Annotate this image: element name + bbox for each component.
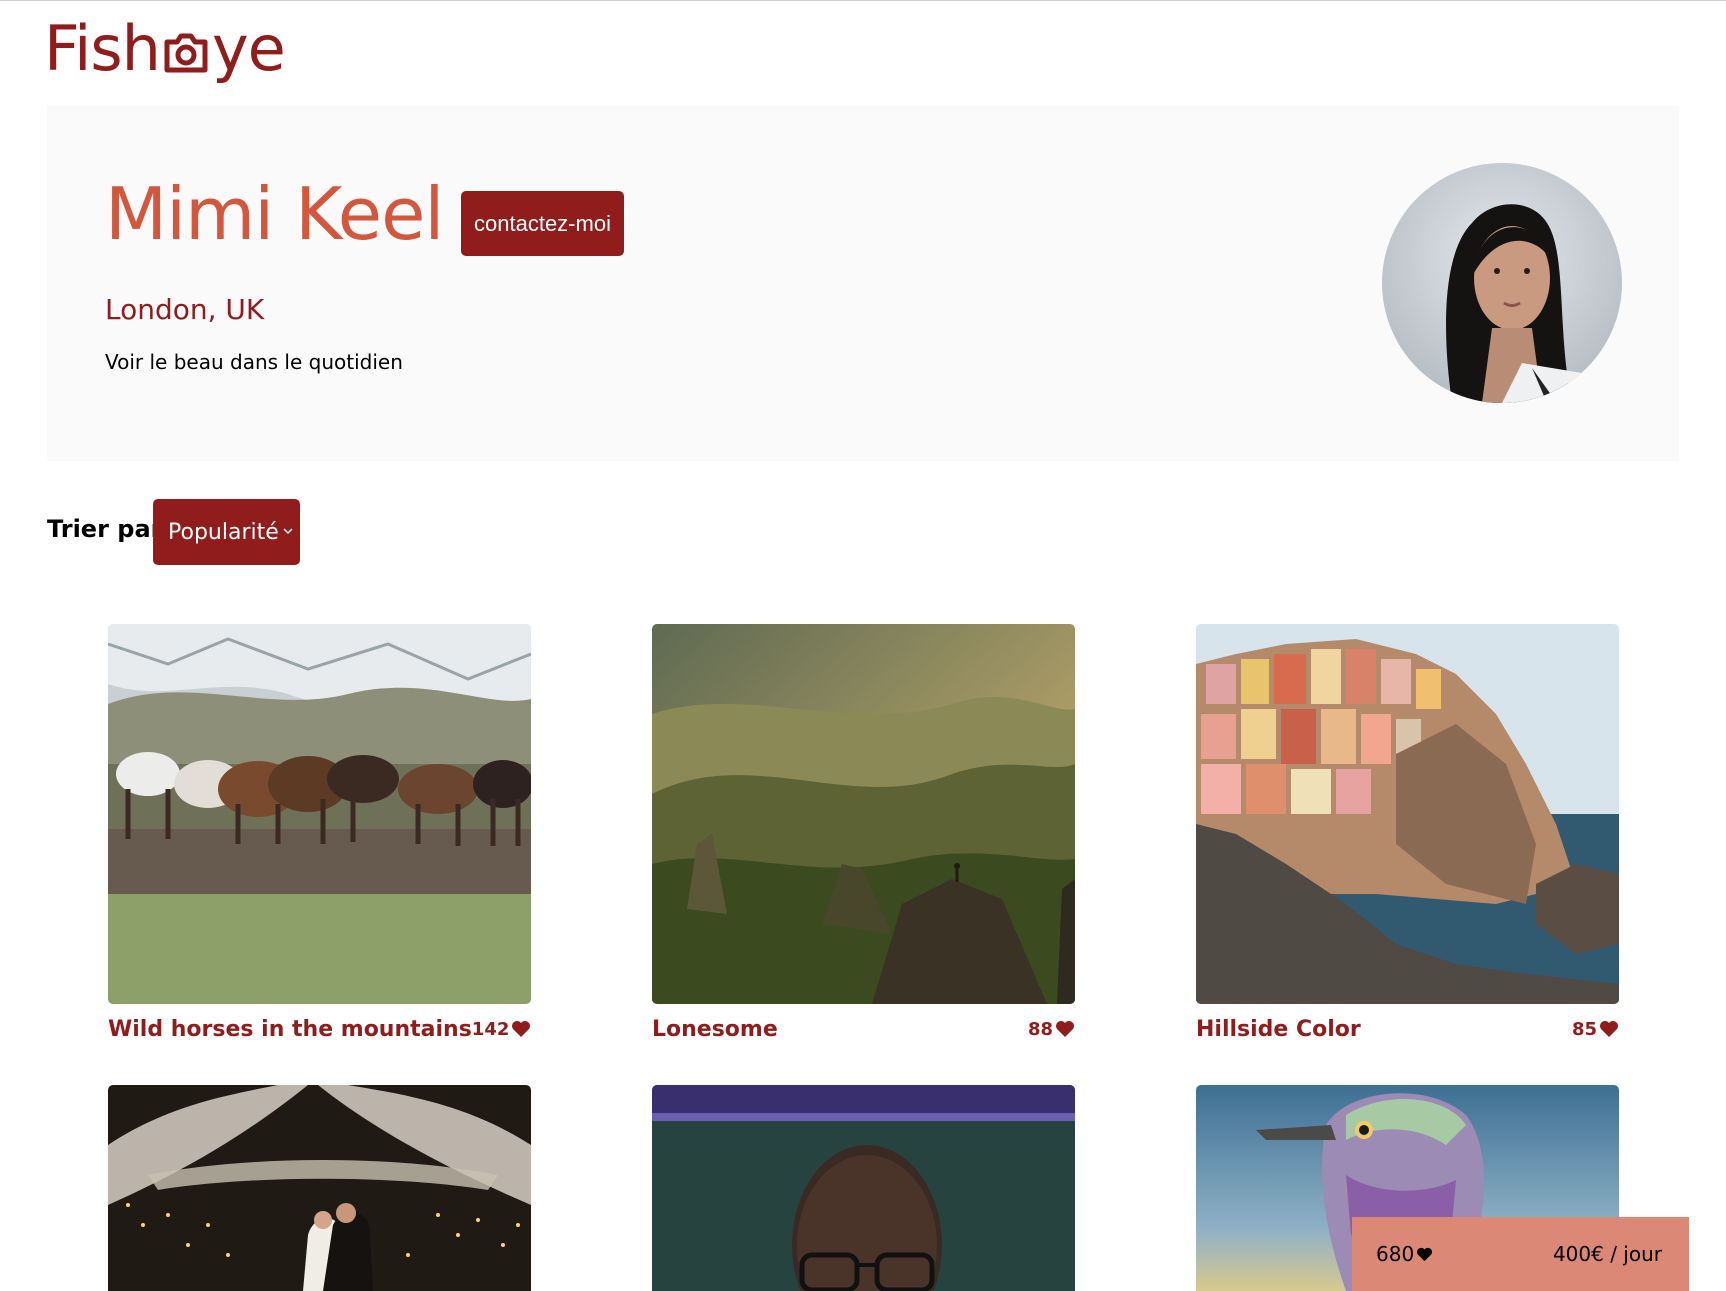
like-button[interactable]: 142 — [472, 1019, 532, 1040]
total-likes-count: 680 — [1376, 1242, 1415, 1266]
wedding-photo[interactable] — [108, 1085, 531, 1291]
like-count: 88 — [1027, 1018, 1053, 1040]
photographer-stats-box: 680 400€ / jour — [1352, 1217, 1689, 1291]
total-likes: 680 — [1376, 1242, 1433, 1266]
media-meta: Hillside Color 85 — [1196, 1015, 1619, 1043]
media-title: Hillside Color — [1196, 1016, 1361, 1042]
media-card — [108, 1085, 531, 1291]
photographer-avatar — [1382, 163, 1622, 403]
heart-icon — [1417, 1247, 1433, 1261]
media-card: Wild horses in the mountains 142 — [108, 624, 531, 1042]
sort-label: Trier par — [47, 515, 163, 543]
camera-icon — [161, 26, 211, 76]
photographer-name: Mimi Keel — [105, 172, 444, 256]
like-button[interactable]: 88 — [1028, 1019, 1075, 1040]
fisheye-logo[interactable]: Fish ye — [44, 12, 286, 85]
photographer-tagline: Voir le beau dans le quotidien — [105, 350, 403, 374]
chevron-down-icon — [283, 528, 293, 535]
portrait-glasses-photo[interactable] — [652, 1085, 1075, 1291]
sort-dropdown[interactable]: Popularité — [153, 499, 300, 565]
heart-icon — [512, 1021, 531, 1037]
mountain-photo[interactable] — [652, 624, 1075, 1004]
logo-text-start: Fish — [44, 12, 161, 85]
media-card: Hillside Color 85 — [1196, 624, 1619, 1042]
media-card: Lonesome 88 — [652, 624, 1075, 1042]
media-title: Wild horses in the mountains — [108, 1016, 472, 1042]
media-title: Lonesome — [652, 1016, 778, 1042]
like-count: 85 — [1571, 1018, 1597, 1040]
media-meta: Wild horses in the mountains 142 — [108, 1015, 531, 1043]
top-border — [0, 0, 1726, 1]
media-meta: Lonesome 88 — [652, 1015, 1075, 1043]
logo-text-end: ye — [211, 12, 286, 85]
photographer-header: Mimi Keel contactez-moi London, UK Voir … — [47, 106, 1679, 461]
daily-price: 400€ / jour — [1552, 1242, 1662, 1266]
heart-icon — [1600, 1021, 1618, 1037]
sort-selected-value: Popularité — [168, 519, 279, 545]
heart-icon — [1056, 1021, 1074, 1037]
horses-photo[interactable] — [108, 624, 531, 1004]
photographer-location: London, UK — [105, 293, 265, 326]
media-card — [652, 1085, 1075, 1291]
contact-button[interactable]: contactez-moi — [461, 191, 624, 256]
like-count: 142 — [471, 1018, 510, 1040]
cliff-village-photo[interactable] — [1196, 624, 1619, 1004]
like-button[interactable]: 85 — [1572, 1019, 1619, 1040]
